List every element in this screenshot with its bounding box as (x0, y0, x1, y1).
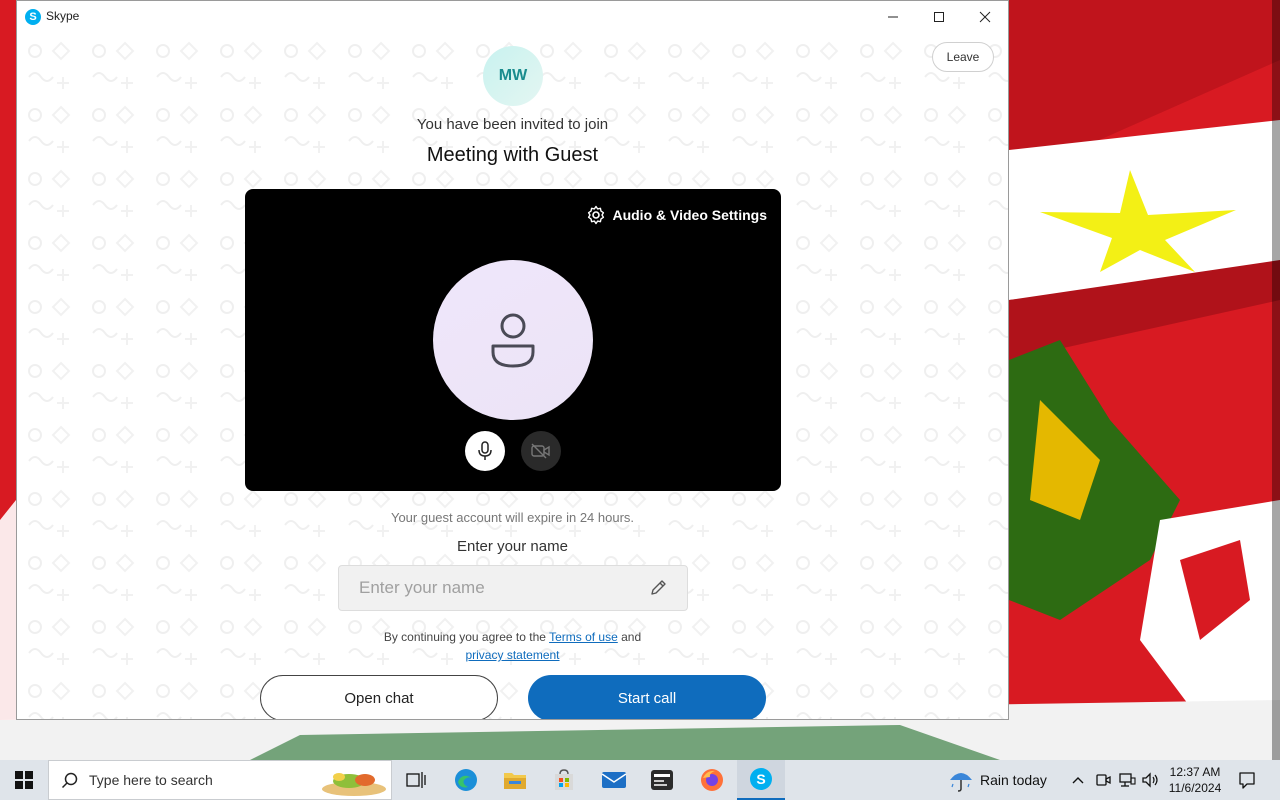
store-button[interactable] (540, 760, 588, 800)
skype-icon: S (25, 9, 41, 25)
microphone-icon (478, 441, 492, 460)
taskbar: Type here to search S Rain today 12:37 A… (0, 760, 1280, 800)
chevron-up-icon (1072, 777, 1084, 784)
search-placeholder: Type here to search (89, 772, 213, 788)
firefox-icon (701, 769, 723, 791)
name-label: Enter your name (457, 538, 568, 555)
notification-center-button[interactable] (1232, 760, 1262, 800)
terms-prefix: By continuing you agree to the (383, 630, 546, 644)
microphone-toggle[interactable] (465, 431, 505, 471)
edge-button[interactable] (442, 760, 490, 800)
file-explorer-button[interactable] (491, 760, 539, 800)
terms-of-use-link[interactable]: Terms of use (549, 630, 618, 644)
pencil-icon (651, 580, 666, 595)
invite-text: You have been invited to join (416, 116, 609, 133)
title-bar: S Skype (17, 1, 1008, 33)
close-button[interactable] (962, 1, 1008, 33)
meet-now-icon (1096, 774, 1111, 786)
store-icon (555, 769, 573, 790)
skype-window: S Skype Leave MW You have been invited t… (16, 0, 1009, 720)
task-view-icon (406, 772, 426, 788)
camera-off-icon (531, 443, 550, 459)
leave-button[interactable]: Leave (932, 42, 994, 72)
mail-button[interactable] (590, 760, 638, 800)
terms-and: and (621, 630, 642, 644)
video-preview: Audio & Video Settings (245, 189, 781, 491)
meeting-title: Meeting with Guest (426, 144, 599, 166)
show-hidden-icons-button[interactable] (1066, 760, 1090, 800)
umbrella-icon (950, 773, 972, 792)
gear-icon (588, 205, 605, 225)
maximize-button[interactable] (916, 1, 962, 33)
guest-expire-notice: Your guest account will expire in 24 hou… (390, 510, 635, 525)
minimize-button[interactable] (870, 1, 916, 33)
app-icon (651, 770, 673, 790)
meet-now-button[interactable] (1091, 760, 1115, 800)
taskbar-search-box[interactable]: Type here to search (48, 760, 392, 800)
search-icon (61, 772, 78, 789)
search-highlight-image (322, 773, 386, 796)
close-icon (979, 11, 991, 23)
taskbar-clock[interactable]: 12:37 AM 11/6/2024 (1162, 764, 1228, 796)
camera-toggle[interactable] (521, 431, 561, 471)
skype-icon: S (750, 768, 772, 790)
start-call-button[interactable]: Start call (528, 675, 766, 719)
minimize-icon (888, 16, 898, 18)
app-button[interactable] (638, 760, 686, 800)
audio-video-settings-label: Audio & Video Settings (612, 207, 767, 223)
name-input[interactable] (339, 566, 639, 610)
terms-notice: By continuing you agree to the Terms of … (17, 628, 1008, 664)
svg-text:S: S (756, 771, 765, 787)
volume-button[interactable] (1138, 760, 1162, 800)
self-avatar (433, 260, 593, 420)
network-icon (1119, 773, 1136, 787)
name-field[interactable] (338, 565, 688, 611)
windows-icon (15, 771, 33, 789)
window-title: Skype (46, 9, 80, 23)
edge-icon (455, 769, 477, 791)
firefox-button[interactable] (688, 760, 736, 800)
task-view-button[interactable] (392, 760, 440, 800)
audio-video-settings-button[interactable]: Audio & Video Settings (586, 205, 767, 225)
privacy-statement-link[interactable]: privacy statement (465, 648, 559, 662)
open-chat-button[interactable]: Open chat (260, 675, 498, 719)
network-button[interactable] (1115, 760, 1139, 800)
weather-label: Rain today (980, 772, 1047, 788)
speaker-icon (1142, 772, 1158, 788)
clock-time: 12:37 AM (1169, 765, 1221, 779)
meeting-avatar: MW (483, 46, 543, 106)
person-icon (491, 313, 535, 368)
file-explorer-icon (504, 773, 526, 789)
mail-icon (601, 772, 627, 788)
skype-taskbar-button[interactable]: S (737, 760, 785, 800)
clock-date: 11/6/2024 (1168, 781, 1222, 795)
weather-widget[interactable]: Rain today (948, 760, 1047, 800)
notification-icon (1239, 772, 1255, 789)
start-button[interactable] (0, 760, 48, 800)
maximize-icon (934, 12, 944, 22)
